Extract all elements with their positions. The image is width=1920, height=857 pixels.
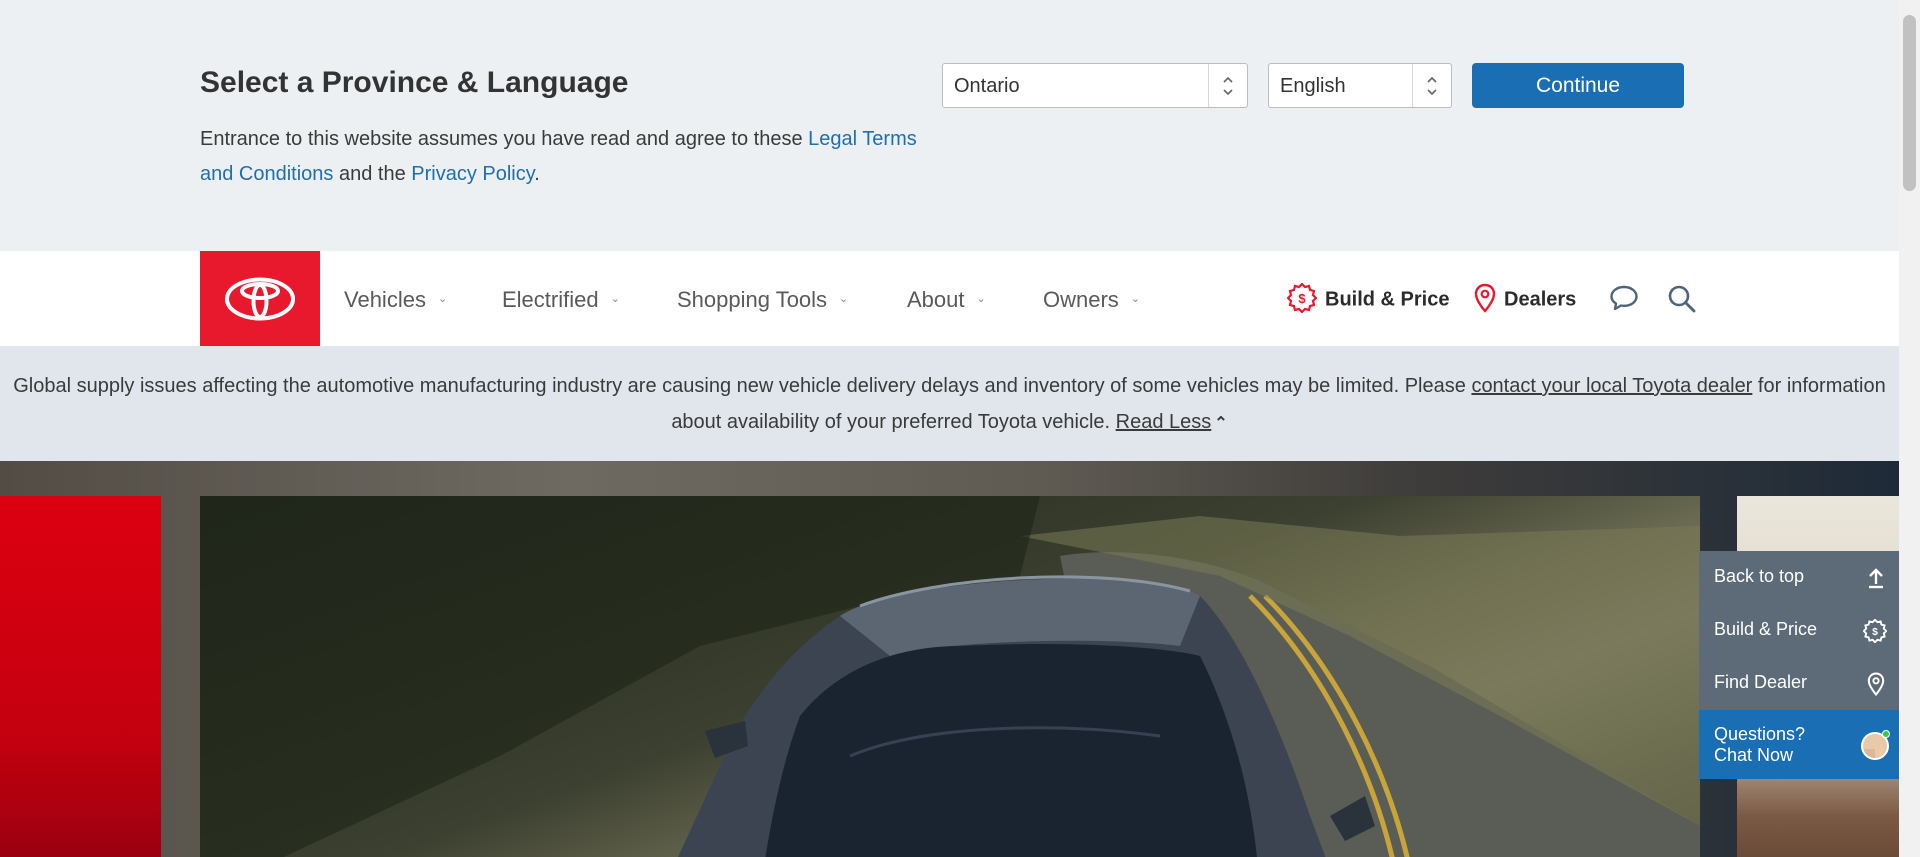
terms-text-end: .: [534, 163, 540, 185]
scrollbar-thumb[interactable]: [1903, 15, 1916, 191]
province-language-title: Select a Province & Language: [200, 66, 629, 99]
arrow-up-icon: [1869, 568, 1883, 589]
quick-build-price-button[interactable]: Build & Price $: [1699, 604, 1899, 657]
chevron-down-icon: ⌄: [839, 292, 849, 305]
province-select[interactable]: Ontario: [942, 63, 1248, 108]
location-pin-icon: [1867, 672, 1885, 696]
chat-line-2: Chat Now: [1714, 745, 1794, 765]
nav-item-electrified[interactable]: Electrified ⌄: [502, 287, 620, 313]
dealers-label: Dealers: [1504, 288, 1577, 311]
build-price-icon: $: [1286, 282, 1318, 314]
nav-item-about[interactable]: About ⌄: [907, 287, 986, 313]
read-less-link[interactable]: Read Less: [1116, 411, 1212, 433]
privacy-policy-link[interactable]: Privacy Policy: [411, 163, 534, 185]
nav-item-label: Vehicles: [344, 287, 426, 312]
nav-item-label: Electrified: [502, 287, 599, 312]
dealers-link[interactable]: Dealers: [1474, 283, 1577, 315]
quick-build-price-label: Build & Price: [1714, 619, 1818, 639]
find-dealer-button[interactable]: Find Dealer: [1699, 657, 1899, 710]
back-to-top-label: Back to top: [1714, 566, 1805, 586]
chat-bubble-icon[interactable]: [1609, 284, 1639, 317]
dealer-contact-link[interactable]: contact your local Toyota dealer: [1471, 375, 1752, 397]
build-price-label: Build & Price: [1325, 288, 1450, 311]
back-to-top-button[interactable]: Back to top: [1699, 551, 1899, 604]
notice-text-before: Global supply issues affecting the autom…: [13, 375, 1472, 397]
chevron-up-icon: ⌃: [1214, 415, 1228, 432]
build-price-icon: $: [1863, 619, 1887, 643]
province-select-value: Ontario: [954, 75, 1020, 97]
terms-text-middle: and the: [333, 163, 412, 185]
nav-item-vehicles[interactable]: Vehicles ⌄: [344, 287, 447, 313]
quick-links-panel: Back to top Build & Price $ Find Dealer …: [1699, 551, 1899, 779]
search-icon[interactable]: [1667, 284, 1697, 319]
chat-now-button[interactable]: Questions? Chat Now: [1699, 710, 1899, 779]
main-navigation: Vehicles ⌄ Electrified ⌄ Shopping Tools ⌄ A…: [0, 251, 1899, 346]
nav-item-label: Owners: [1043, 287, 1119, 312]
language-select-value: English: [1280, 75, 1346, 97]
svg-text:$: $: [1872, 627, 1878, 638]
province-language-bar: Select a Province & Language Entrance to…: [0, 0, 1899, 251]
svg-text:$: $: [1298, 291, 1306, 306]
nav-item-owners[interactable]: Owners ⌄: [1043, 287, 1140, 313]
terms-notice: Entrance to this website assumes you hav…: [200, 122, 920, 192]
location-pin-icon: [1474, 283, 1496, 313]
find-dealer-label: Find Dealer: [1714, 672, 1808, 692]
chevron-down-icon: ⌄: [976, 292, 986, 305]
page-scrollbar[interactable]: [1899, 0, 1920, 857]
hero-slide-image[interactable]: [200, 496, 1700, 857]
language-select[interactable]: English: [1268, 63, 1452, 108]
toyota-logo[interactable]: [200, 251, 320, 346]
chat-now-label: Questions? Chat Now: [1714, 724, 1805, 766]
previous-slide-card[interactable]: [0, 496, 161, 857]
chevron-down-icon: ⌄: [437, 292, 448, 305]
select-arrows-icon: [1223, 76, 1233, 96]
car-on-road-image: [200, 496, 1700, 857]
supply-notice: Global supply issues affecting the autom…: [0, 346, 1899, 461]
continue-button[interactable]: Continue: [1472, 63, 1684, 108]
build-price-link[interactable]: $ Build & Price: [1286, 282, 1450, 315]
chevron-down-icon: ⌄: [1130, 292, 1141, 305]
chevron-down-icon: ⌄: [610, 292, 620, 305]
select-arrows-icon: [1427, 76, 1437, 96]
hero-carousel: [0, 461, 1899, 857]
toyota-logo-icon: [225, 277, 295, 321]
nav-item-shopping-tools[interactable]: Shopping Tools ⌄: [677, 287, 848, 313]
terms-text-before: Entrance to this website assumes you hav…: [200, 128, 809, 150]
nav-item-label: About: [907, 287, 965, 312]
nav-item-label: Shopping Tools: [677, 287, 828, 312]
chat-line-1: Questions?: [1714, 724, 1806, 744]
online-status-dot: [1882, 730, 1890, 738]
